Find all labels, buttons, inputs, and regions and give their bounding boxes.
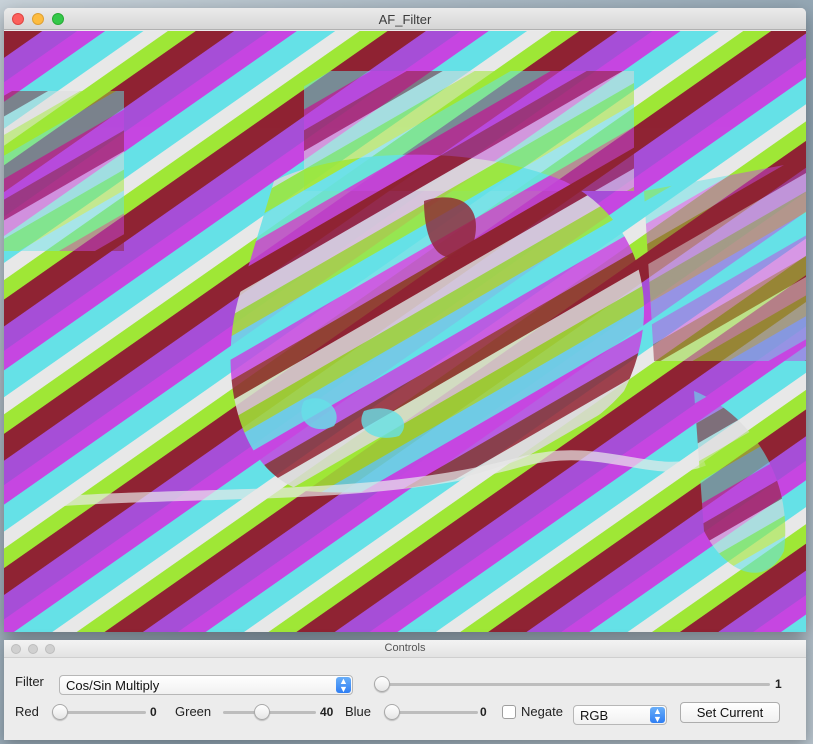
green-value: 40 bbox=[320, 705, 334, 719]
slider-thumb[interactable] bbox=[374, 676, 390, 692]
controls-window: Controls Filter Cos/Sin Multiply ▲ ▼ 1 Re… bbox=[4, 640, 806, 740]
filter-amount-value: 1 bbox=[775, 677, 782, 691]
red-label: Red bbox=[15, 704, 39, 719]
blue-label: Blue bbox=[345, 704, 372, 719]
red-slider[interactable] bbox=[52, 704, 146, 720]
color-mode-select[interactable]: RGB ▲ ▼ bbox=[573, 705, 667, 725]
chevron-updown-icon: ▲ ▼ bbox=[650, 707, 665, 724]
blue-value: 0 bbox=[480, 705, 487, 719]
window-title: AF_Filter bbox=[378, 12, 432, 27]
slider-thumb[interactable] bbox=[384, 704, 400, 720]
filter-label: Filter bbox=[15, 674, 44, 689]
window-titlebar[interactable]: AF_Filter bbox=[4, 8, 806, 30]
controls-title: Controls bbox=[384, 642, 426, 654]
blue-slider[interactable] bbox=[384, 704, 478, 720]
green-slider[interactable] bbox=[223, 704, 316, 720]
slider-thumb[interactable] bbox=[52, 704, 68, 720]
color-mode-value: RGB bbox=[580, 708, 609, 723]
controls-titlebar[interactable]: Controls bbox=[4, 640, 806, 658]
filtered-image bbox=[4, 31, 806, 632]
af-filter-window: AF_Filter bbox=[4, 8, 806, 632]
slider-thumb[interactable] bbox=[253, 704, 270, 720]
filter-amount-slider[interactable] bbox=[374, 676, 770, 692]
slider-track bbox=[374, 683, 770, 686]
negate-checkbox[interactable] bbox=[502, 705, 516, 719]
filter-select-value: Cos/Sin Multiply bbox=[66, 678, 160, 693]
filter-select[interactable]: Cos/Sin Multiply ▲ ▼ bbox=[59, 675, 353, 695]
red-value: 0 bbox=[150, 705, 157, 719]
green-label: Green bbox=[175, 704, 212, 719]
chevron-updown-icon: ▲ ▼ bbox=[336, 677, 351, 694]
filtered-image-canvas[interactable] bbox=[4, 31, 806, 632]
negate-label: Negate bbox=[521, 704, 563, 719]
set-current-button[interactable]: Set Current bbox=[680, 702, 780, 723]
